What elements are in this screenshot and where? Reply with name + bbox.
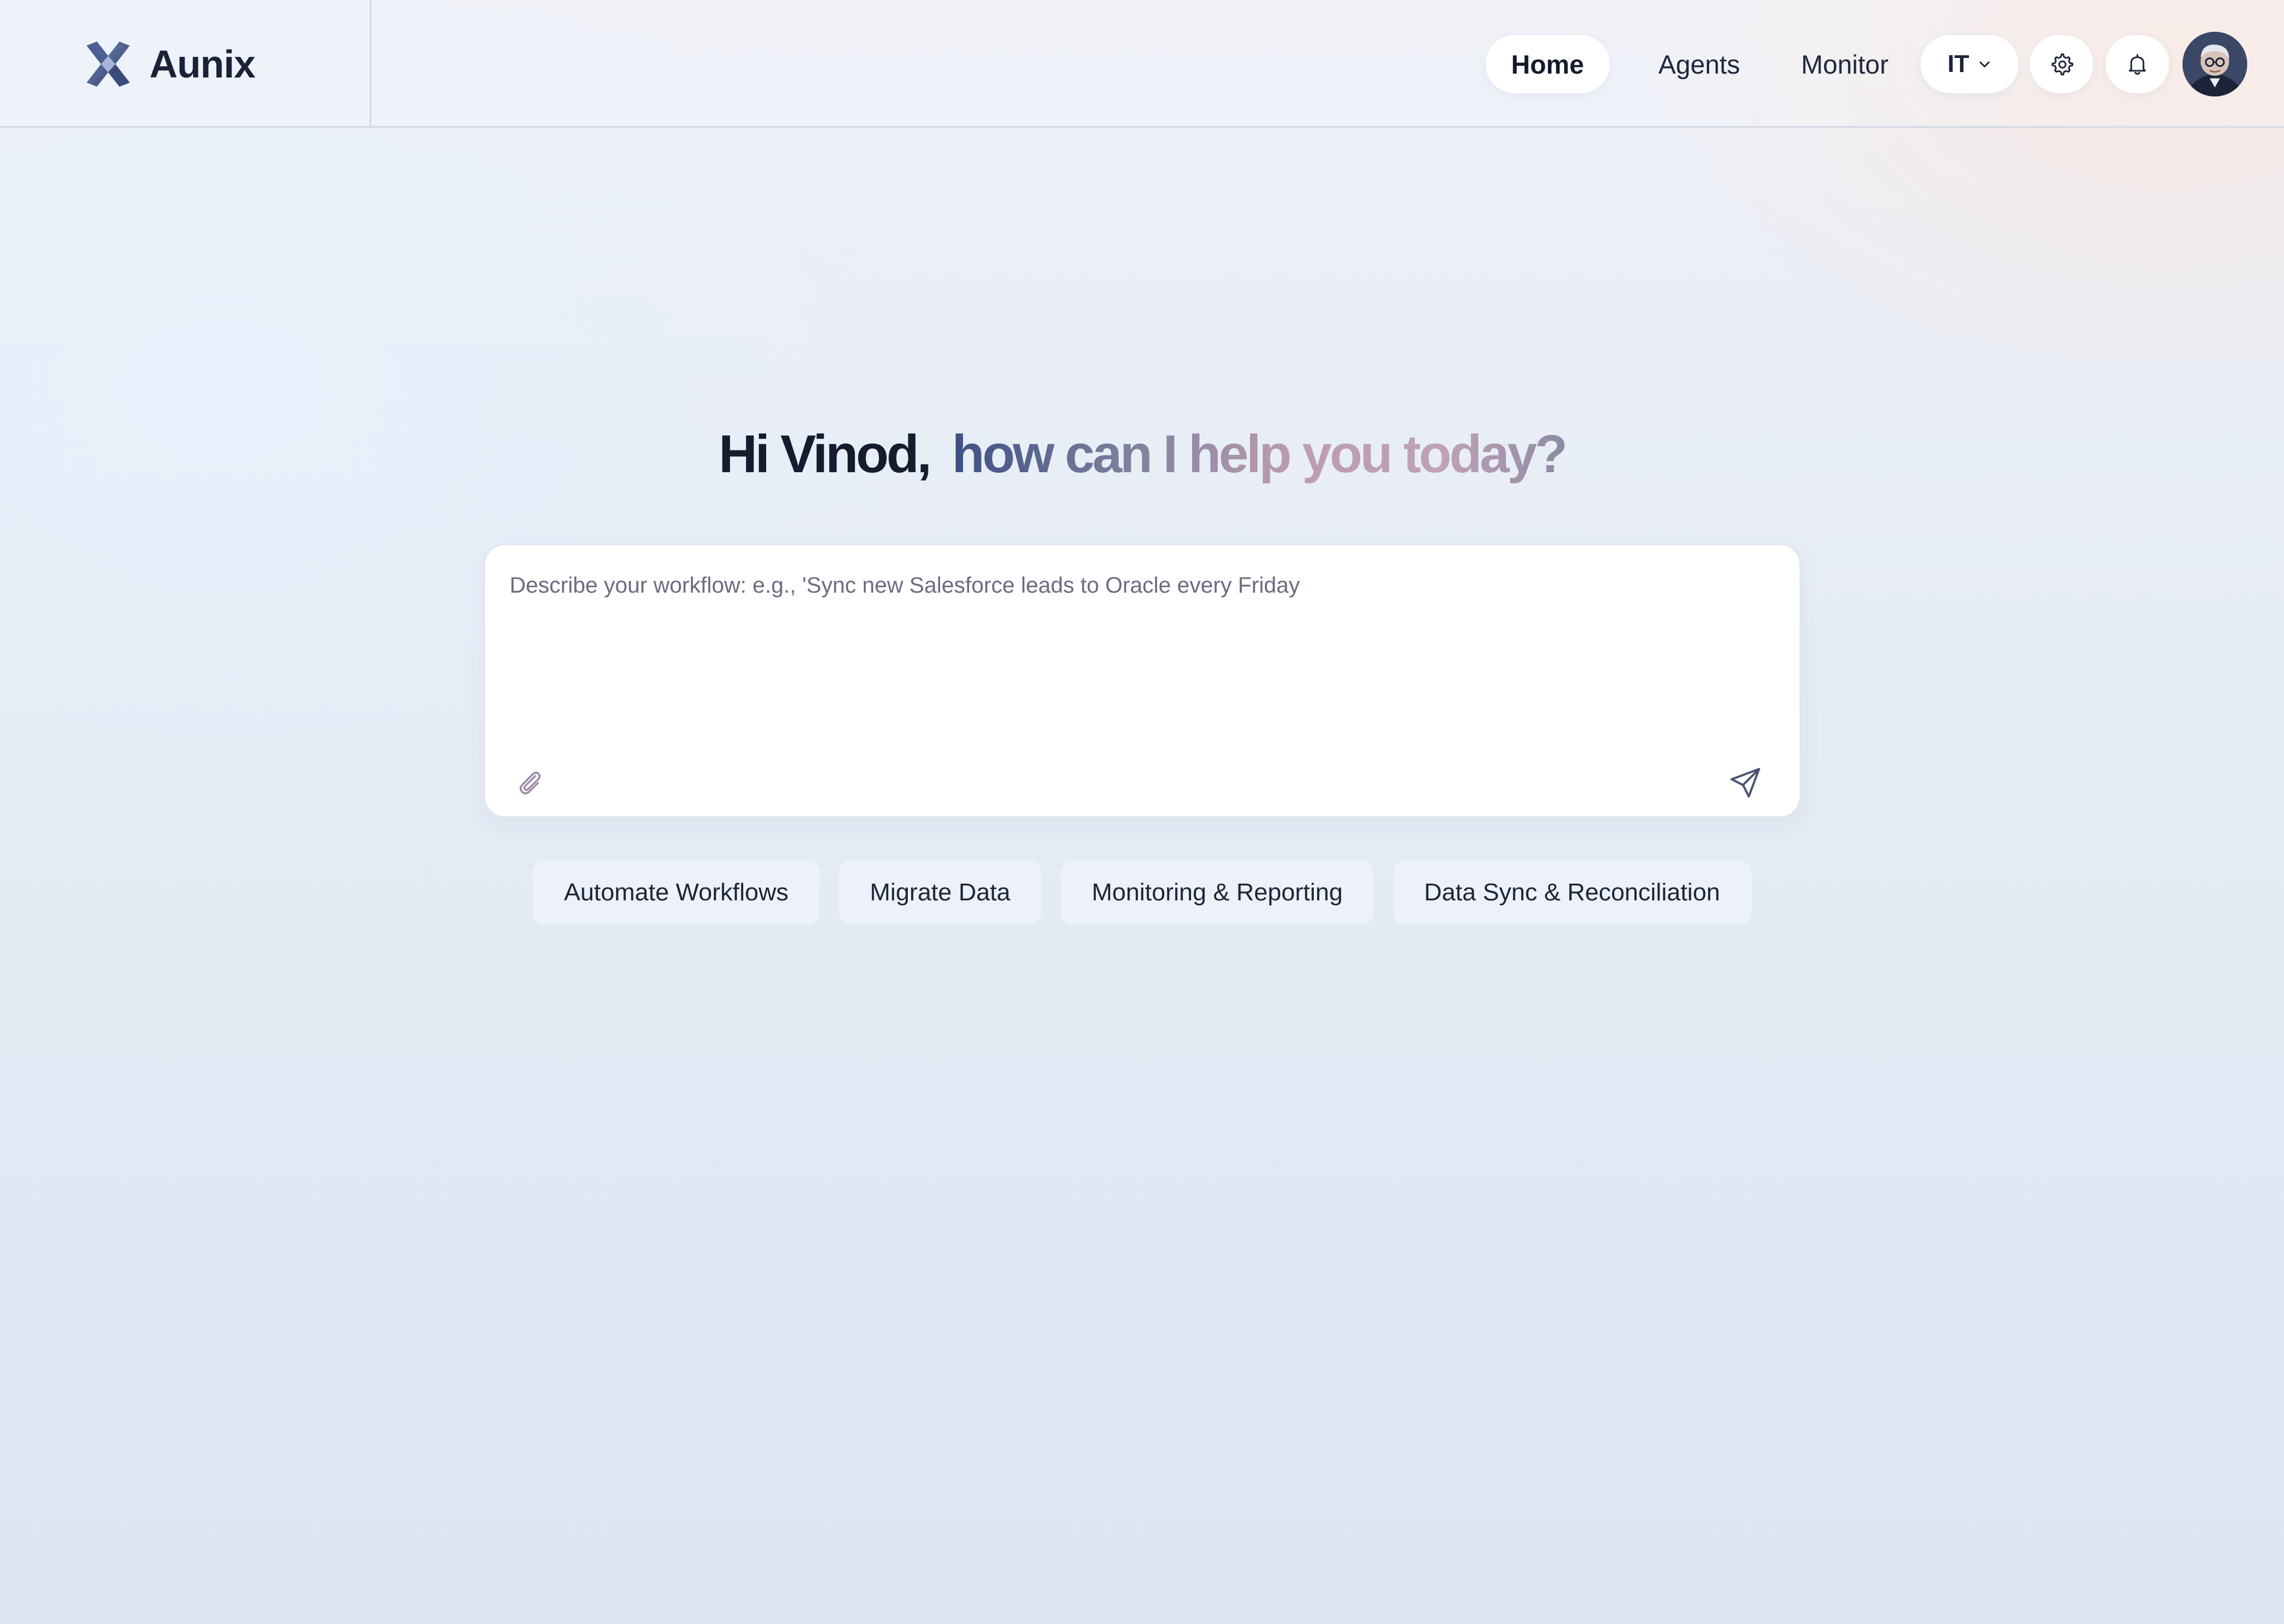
- main-nav: Home Agents Monitor IT: [1485, 32, 2255, 96]
- nav-monitor-label: Monitor: [1801, 49, 1889, 79]
- attach-button[interactable]: [507, 760, 552, 805]
- send-button[interactable]: [1721, 758, 1770, 807]
- workflow-input[interactable]: [510, 570, 1775, 726]
- department-selector[interactable]: IT: [1920, 35, 2019, 93]
- brand[interactable]: Aunix: [0, 0, 371, 128]
- chip-automate-workflows[interactable]: Automate Workflows: [533, 861, 820, 924]
- chip-monitoring-reporting[interactable]: Monitoring & Reporting: [1060, 861, 1374, 924]
- user-avatar-image: [2183, 32, 2247, 96]
- chip-label: Data Sync & Reconciliation: [1424, 879, 1720, 906]
- settings-button[interactable]: [2030, 35, 2093, 93]
- send-icon: [1730, 768, 1760, 798]
- chip-label: Migrate Data: [870, 879, 1010, 906]
- top-bar: Aunix Home Agents Monitor IT: [0, 0, 2284, 128]
- aunix-logo-icon: [86, 41, 130, 86]
- greeting-name: Hi Vinod,: [718, 424, 932, 484]
- nav-monitor[interactable]: Monitor: [1775, 35, 1914, 93]
- gear-icon: [2051, 53, 2073, 76]
- chip-migrate-data[interactable]: Migrate Data: [839, 861, 1042, 924]
- chip-label: Monitoring & Reporting: [1091, 879, 1343, 906]
- user-avatar[interactable]: [2183, 32, 2247, 96]
- brand-name: Aunix: [149, 42, 255, 86]
- nav-home-label: Home: [1511, 49, 1584, 79]
- greeting-heading: Hi Vinod, how can I help you today?: [0, 418, 2284, 491]
- nav-agents-label: Agents: [1658, 49, 1740, 79]
- notifications-button[interactable]: [2106, 35, 2169, 93]
- paperclip-icon: [519, 772, 541, 794]
- nav-agents[interactable]: Agents: [1633, 35, 1765, 93]
- greeting-question: how can I help you today?: [952, 424, 1567, 484]
- workflow-composer: [483, 544, 1801, 818]
- nav-home[interactable]: Home: [1485, 35, 1610, 93]
- bell-icon: [2128, 54, 2146, 75]
- department-label: IT: [1947, 50, 1970, 77]
- chip-data-sync-reconciliation[interactable]: Data Sync & Reconciliation: [1392, 861, 1751, 924]
- chip-label: Automate Workflows: [564, 879, 789, 906]
- chevron-down-icon: [1979, 61, 1990, 67]
- suggestion-chips: Automate Workflows Migrate Data Monitori…: [0, 861, 2284, 924]
